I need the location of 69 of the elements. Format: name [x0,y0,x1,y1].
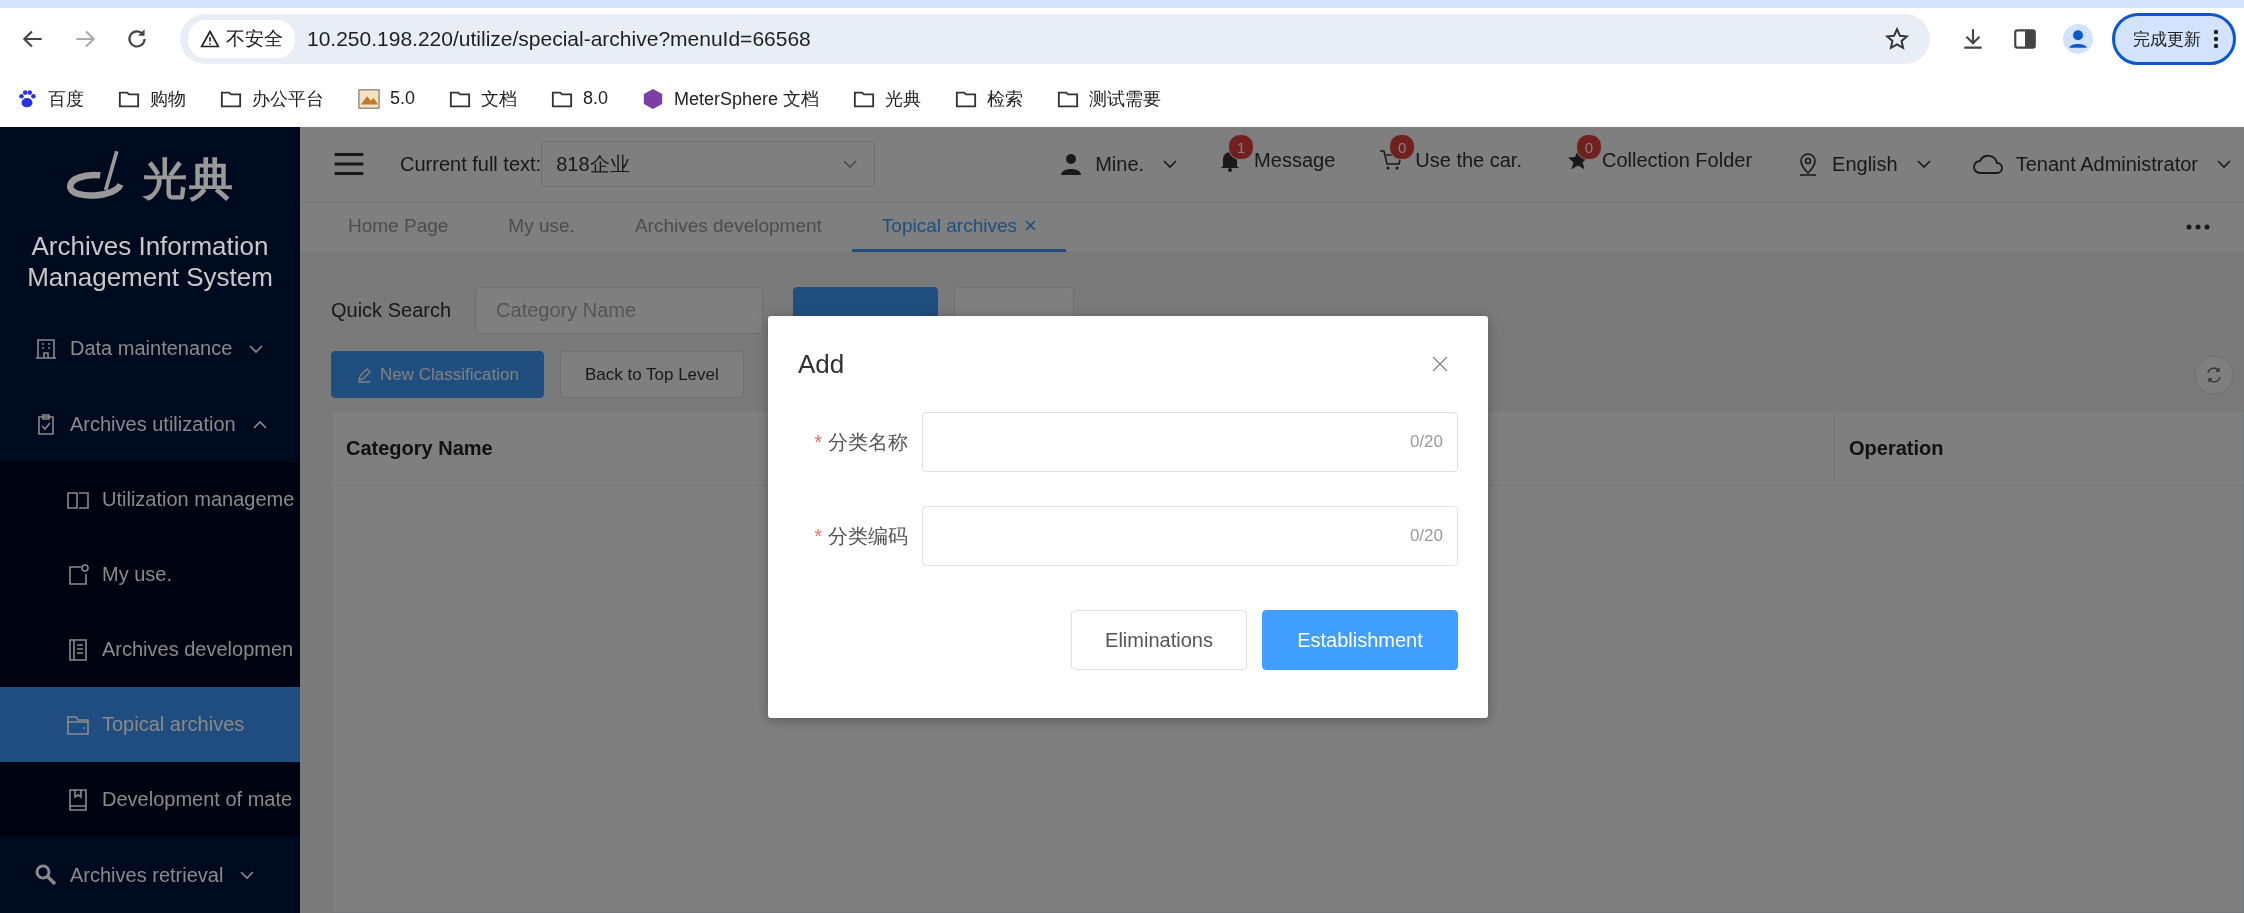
toolbar-button[interactable]: Back to Top Level [559,351,744,398]
star-icon[interactable] [1884,26,1910,52]
chevron-icon [251,419,268,430]
chevron-icon [842,159,859,170]
chevron-icon [239,870,256,881]
close-icon[interactable] [1432,356,1448,372]
count-badge: 1 [1228,134,1255,161]
user-menu[interactable]: Mine. [1059,152,1179,177]
menu-item[interactable]: Data maintenance [0,311,300,387]
cube-icon [642,87,665,110]
dialog-title: Add [798,348,845,380]
system-title: Archives Information Management System [26,230,274,294]
notice-link[interactable]: 1 Message [1218,132,1340,177]
bookmark[interactable]: 购物 [118,86,186,111]
user-icon [1059,152,1084,177]
bookmark[interactable]: 办公平台 [220,86,324,111]
security-chip[interactable]: 不安全 [188,20,295,58]
chevron-icon [2216,159,2232,170]
language-menu[interactable]: English [1796,152,1932,177]
menu-icon[interactable] [334,152,364,177]
chevron-icon [248,343,265,354]
submenu-item[interactable]: My use. [0,537,300,613]
security-label: 不安全 [226,27,283,51]
submenu-item[interactable]: Archives developmen [0,612,300,688]
notice-link[interactable]: 0 Use the car. [1379,132,1526,177]
address-bar[interactable]: 不安全 10.250.198.220/utilize/special-archive?menuId=66568 [180,14,1930,64]
note-icon [66,562,90,587]
submenu-item[interactable]: Utilization manageme [0,462,300,538]
bookmark[interactable]: 5.0 [358,87,416,110]
bookmark[interactable]: MeterSphere 文档 [642,86,820,111]
menu-item[interactable]: Archives retrieval [0,837,300,913]
chevron-icon [1162,159,1179,170]
bookmark-book-icon [66,787,90,812]
bookmark[interactable]: 光典 [853,86,922,111]
char-counter: 0/20 [1409,526,1443,546]
field-label: * 分类名称 [813,429,909,455]
company-select[interactable]: 818企业 [541,141,876,188]
bookmark[interactable]: 8.0 [551,87,609,110]
input-field[interactable]: 0/20 [922,412,1458,472]
update-button[interactable]: 完成更新 [2112,13,2236,65]
bookmark[interactable]: 百度 [16,86,84,111]
dialog-button[interactable]: Eliminations [1071,610,1247,670]
bookmark[interactable]: 文档 [449,86,518,111]
url-text: 10.250.198.220/utilize/special-archive?menuId=66568 [307,27,812,51]
field-label: * 分类编码 [813,523,909,549]
search-icon [34,863,58,888]
cloud-icon [1971,153,2004,176]
image-icon [358,87,380,110]
submenu-item[interactable]: Development of mate [0,762,300,838]
quick-search-label: Quick Search [331,299,452,322]
paw-icon [16,87,38,110]
input-field[interactable]: 0/20 [922,506,1458,566]
char-counter: 0/20 [1409,432,1443,452]
bookmark[interactable]: 检索 [955,86,1024,111]
notice-link[interactable]: 0 Collection Folder [1566,132,1757,177]
company-label: Current full text: [400,152,542,176]
document-icon [66,637,90,662]
logo-text: 光典 [143,152,235,205]
more-icon[interactable] [2213,27,2219,51]
count-badge: 0 [1389,134,1416,161]
chevron-icon [1915,159,1932,170]
pen-icon [356,366,372,383]
count-badge: 0 [1576,134,1602,161]
building-icon [34,336,58,361]
column-header: Operation [1848,436,1945,461]
bookmark[interactable]: 测试需要 [1057,86,1162,111]
menu-item[interactable]: Archives utilization [0,386,300,463]
warning-icon [200,29,220,49]
role-menu[interactable]: Tenant Administrator [1971,152,2232,176]
